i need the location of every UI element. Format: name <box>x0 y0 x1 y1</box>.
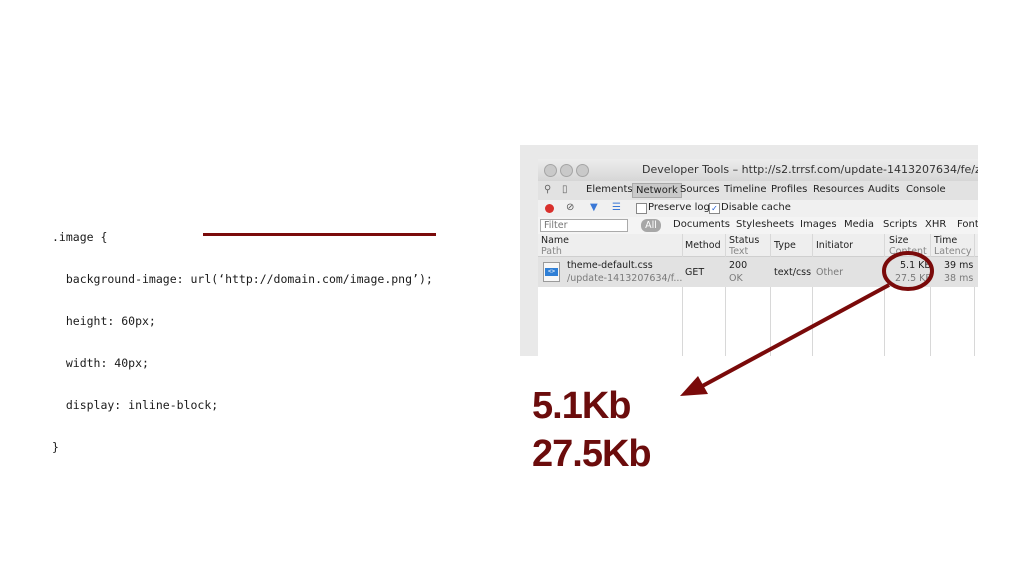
request-path: /update-1413207634/f... <box>567 273 683 284</box>
filter-icon[interactable]: ▼ <box>590 202 598 213</box>
filter-type-xhr[interactable]: XHR <box>925 219 946 230</box>
column-divider <box>930 234 931 356</box>
table-header: Name Path Method Status Text Type Initiato… <box>538 234 978 257</box>
devtools-window: Developer Tools – http://s2.trrsf.com/up… <box>520 145 978 356</box>
filter-bar: All Documents Stylesheets Images Media S… <box>538 217 978 235</box>
column-size[interactable]: Size Content <box>889 235 927 257</box>
request-content-size: 27.5 KB <box>895 273 932 284</box>
tab-audits[interactable]: Audits <box>868 184 899 195</box>
request-type: text/css <box>774 267 812 278</box>
clear-icon[interactable]: ⊘ <box>566 202 574 213</box>
filter-type-images[interactable]: Images <box>800 219 837 230</box>
column-divider <box>812 234 813 356</box>
preserve-log-label: Preserve log <box>648 202 710 213</box>
column-method[interactable]: Method <box>685 240 721 251</box>
column-divider <box>725 234 726 356</box>
callout-content-line: 27.5Kb <box>532 433 652 475</box>
css-file-icon: <> <box>543 262 560 282</box>
tab-timeline[interactable]: Timeline <box>724 184 767 195</box>
callout-size-line: 5.1Kb <box>532 385 631 427</box>
network-toolbar: ⊘ ▼ ☰ Preserve log ✓ Disable cache <box>538 200 978 218</box>
list-view-icon[interactable]: ☰ <box>612 202 621 213</box>
column-initiator[interactable]: Initiator <box>816 240 853 251</box>
request-latency: 38 ms <box>944 273 974 284</box>
window-title: Developer Tools – http://s2.trrsf.com/up… <box>642 163 978 176</box>
close-window-icon[interactable] <box>544 164 557 177</box>
network-requests-table: Name Path Method Status Text Type Initiato… <box>538 234 978 356</box>
column-name[interactable]: Name Path <box>541 235 569 257</box>
tab-elements[interactable]: Elements <box>586 184 633 195</box>
filter-type-fonts[interactable]: Fonts <box>957 219 978 230</box>
column-divider <box>974 234 975 356</box>
disable-cache-label: Disable cache <box>721 202 791 213</box>
tab-resources[interactable]: Resources <box>813 184 864 195</box>
column-divider <box>682 234 683 356</box>
request-status-text: OK <box>729 273 743 284</box>
filter-type-scripts[interactable]: Scripts <box>883 219 917 230</box>
column-time[interactable]: Time Latency <box>934 235 972 257</box>
code-line: height: 60px; <box>52 314 156 328</box>
callout-arrowhead <box>680 376 708 396</box>
tab-sources[interactable]: Sources <box>680 184 720 195</box>
request-initiator: Other <box>816 267 843 278</box>
search-icon[interactable]: ⚲ <box>544 184 551 195</box>
column-divider <box>884 234 885 356</box>
code-line: background-image: url(‘http://domain.com… <box>52 272 433 286</box>
devtools-titlebar: Developer Tools – http://s2.trrsf.com/up… <box>538 159 978 182</box>
tab-network[interactable]: Network <box>632 183 682 198</box>
request-method: GET <box>685 267 705 278</box>
panel-tabs: ⚲ ▯ Elements Network Sources Timeline Pr… <box>538 181 978 201</box>
filter-all-button[interactable]: All <box>641 219 661 232</box>
column-divider <box>770 234 771 356</box>
request-size: 5.1 KB <box>900 260 931 271</box>
column-type[interactable]: Type <box>774 240 796 251</box>
column-status[interactable]: Status Text <box>729 235 759 257</box>
url-underline-annotation <box>203 233 436 236</box>
filter-type-documents[interactable]: Documents <box>673 219 730 230</box>
css-code-block: .image { background-image: url(‘http://d… <box>52 202 433 468</box>
record-icon[interactable] <box>545 204 554 213</box>
code-line: width: 40px; <box>52 356 149 370</box>
table-row[interactable]: <> theme-default.css /update-1413207634/… <box>538 257 978 287</box>
tab-profiles[interactable]: Profiles <box>771 184 807 195</box>
request-name[interactable]: theme-default.css <box>567 260 653 271</box>
code-line: } <box>52 440 59 454</box>
filter-input[interactable] <box>540 219 628 232</box>
zoom-window-icon[interactable] <box>576 164 589 177</box>
minimize-window-icon[interactable] <box>560 164 573 177</box>
filter-type-stylesheets[interactable]: Stylesheets <box>736 219 794 230</box>
request-time: 39 ms <box>944 260 974 271</box>
device-mode-icon[interactable]: ▯ <box>562 184 568 195</box>
preserve-log-checkbox[interactable] <box>636 203 647 214</box>
disable-cache-checkbox[interactable]: ✓ <box>709 203 720 214</box>
filter-type-media[interactable]: Media <box>844 219 874 230</box>
request-status: 200 <box>729 260 748 271</box>
code-line: display: inline-block; <box>52 398 219 412</box>
tab-console[interactable]: Console <box>906 184 946 195</box>
